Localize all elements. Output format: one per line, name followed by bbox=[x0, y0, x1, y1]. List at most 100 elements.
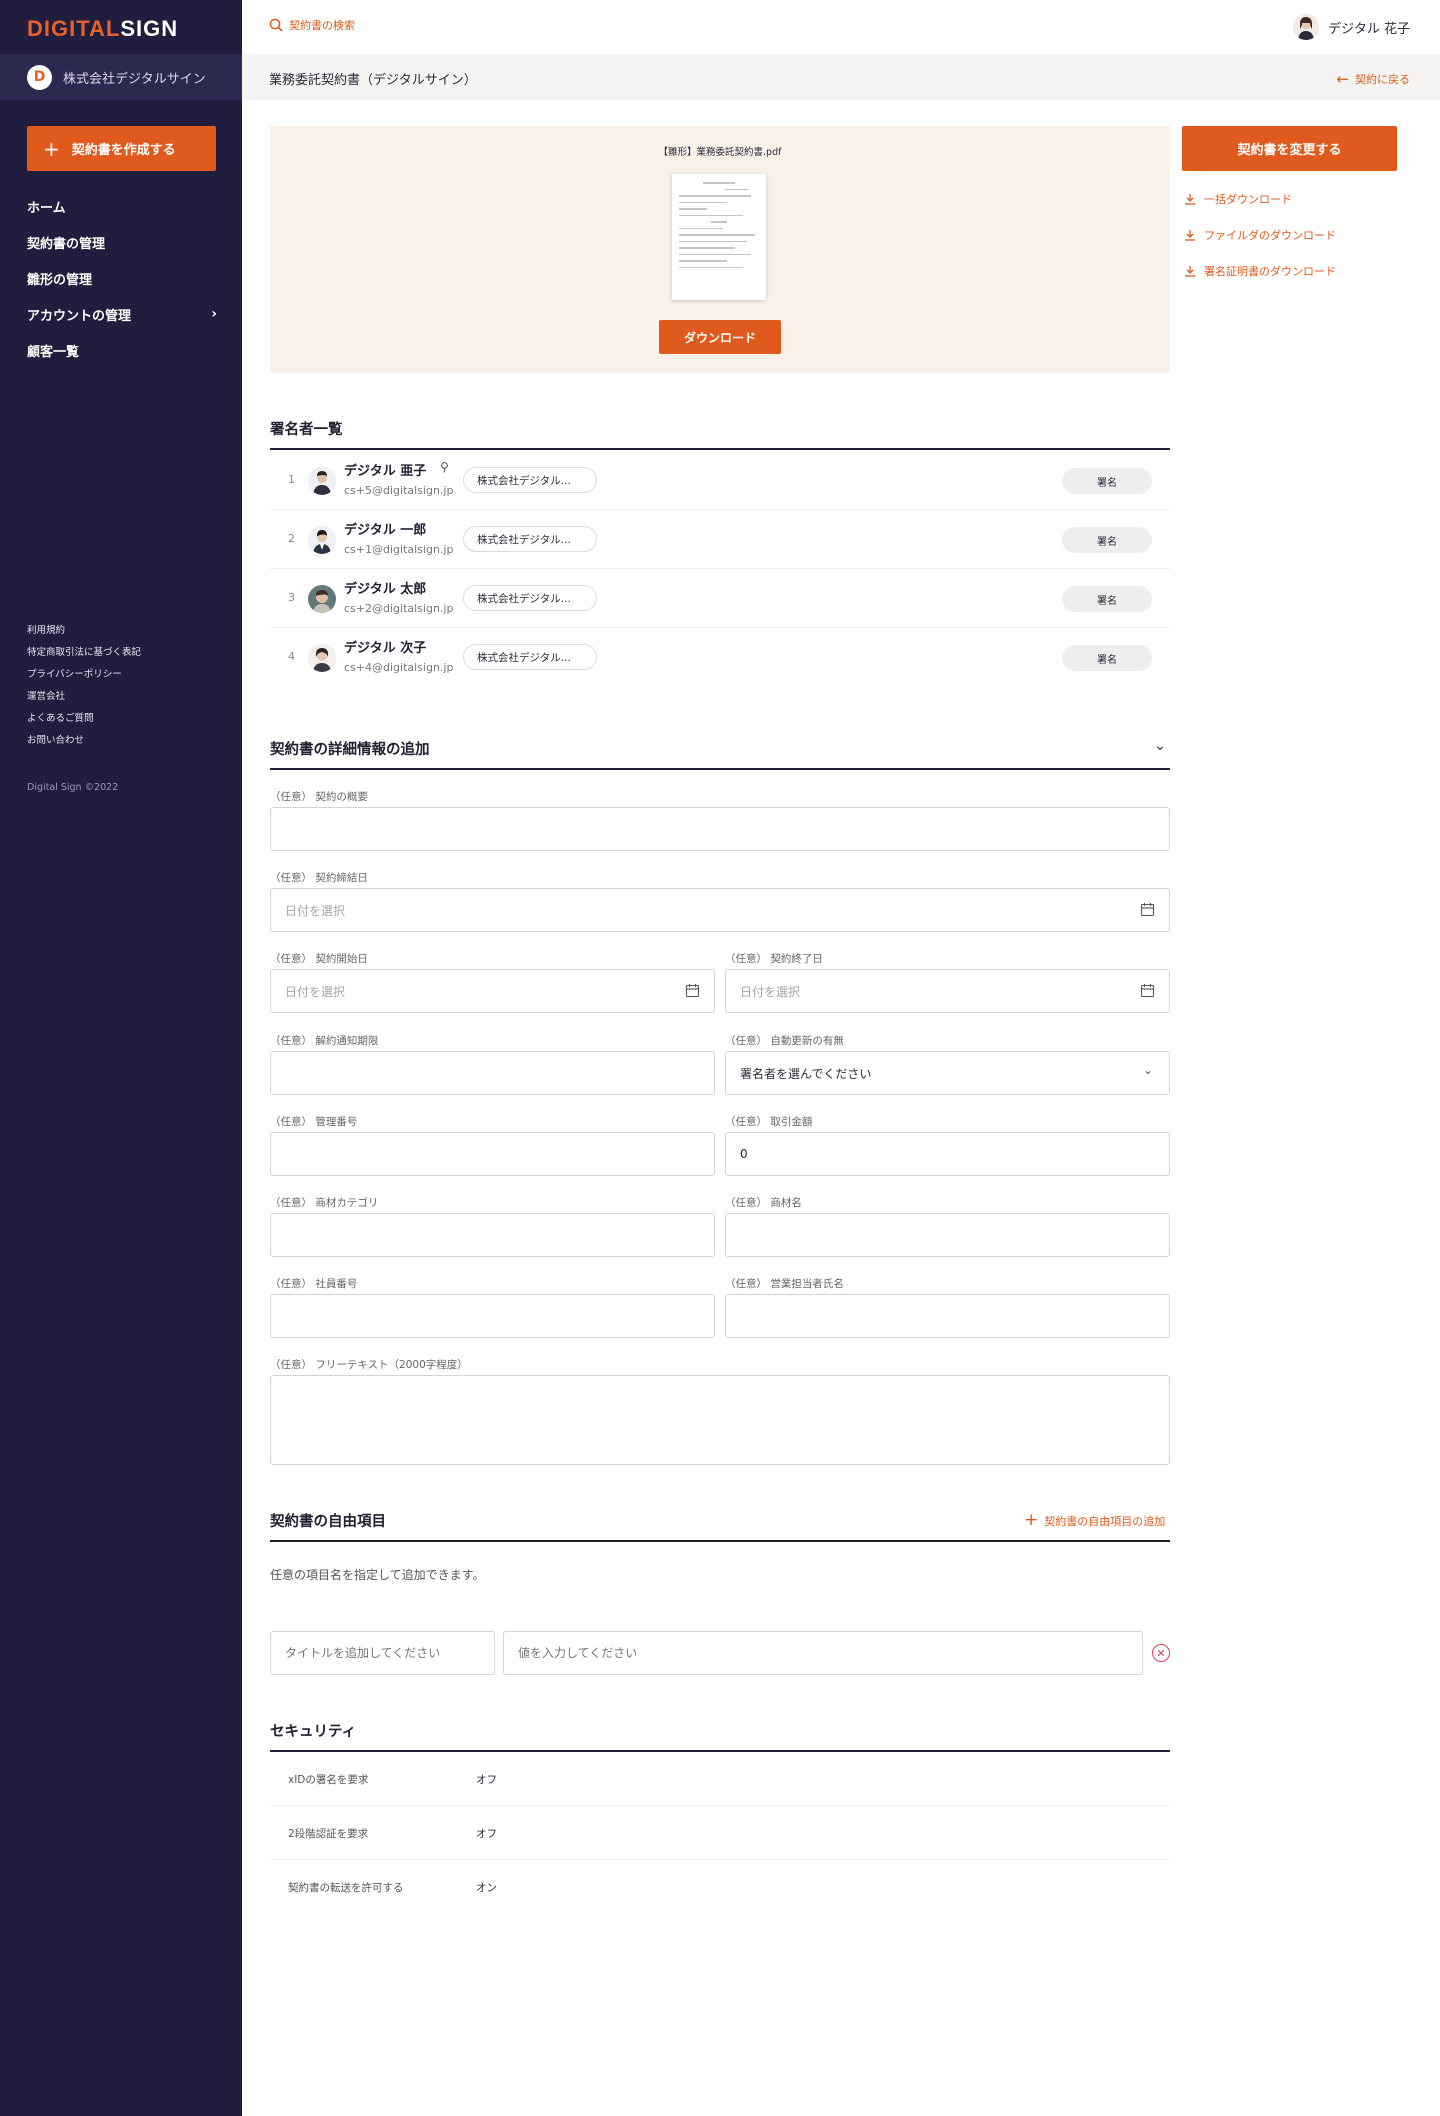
details-title: 契約書の詳細情報の追加 bbox=[270, 742, 430, 758]
company-switcher[interactable]: D 株式会社デジタルサイン bbox=[0, 54, 242, 100]
footer-link-faq[interactable]: よくあるご質問 bbox=[27, 708, 141, 730]
signer-row[interactable]: 3 デジタル 太郎 cs+2@digitalsign.jp 株式会社デジタル..… bbox=[270, 569, 1170, 628]
sales-rep-input[interactable] bbox=[725, 1294, 1170, 1338]
calendar-icon bbox=[685, 984, 700, 998]
footer-link-commerce-act[interactable]: 特定商取引法に基づく表記 bbox=[27, 642, 141, 664]
status-badge: 署名 bbox=[1062, 586, 1152, 612]
chevron-down-icon: ⌄ bbox=[1142, 1063, 1153, 1077]
free-text-label: （任意） フリーテキスト（2000字程度） bbox=[270, 1359, 468, 1371]
signer-number: 1 bbox=[288, 473, 295, 486]
signer-name: デジタル 一郎 bbox=[344, 523, 427, 538]
certificate-download-label: 署名証明書のダウンロード bbox=[1204, 265, 1336, 278]
add-free-item-label: 契約書の自由項目の追加 bbox=[1044, 1514, 1166, 1528]
footer-link-contact[interactable]: お問い合わせ bbox=[27, 730, 141, 752]
security-settings: xIDの署名を要求 オフ 2段階認証を要求 オフ 契約書の転送を許可する オン bbox=[270, 1752, 1170, 1914]
footer-link-terms[interactable]: 利用規約 bbox=[27, 620, 141, 642]
logo-text-sign: SIGN bbox=[120, 16, 179, 41]
search-link[interactable]: 契約書の検索 bbox=[269, 17, 355, 33]
certificate-download-link[interactable]: 署名証明書のダウンロード bbox=[1184, 263, 1336, 279]
sidebar-item-accounts[interactable]: アカウントの管理 › bbox=[27, 296, 217, 332]
add-free-item-link[interactable]: + 契約書の自由項目の追加 bbox=[1024, 1512, 1165, 1529]
status-badge: 署名 bbox=[1062, 527, 1152, 553]
document-title-bar: 業務委託契約書（デジタルサイン） ← 契約に戻る bbox=[242, 54, 1440, 100]
security-row: 2段階認証を要求 オフ bbox=[270, 1806, 1170, 1860]
employee-number-label: （任意） 社員番号 bbox=[270, 1278, 358, 1290]
free-text-area[interactable] bbox=[270, 1375, 1170, 1465]
signers-title: 署名者一覧 bbox=[270, 422, 343, 438]
amount-input[interactable] bbox=[725, 1132, 1170, 1176]
employee-number-input[interactable] bbox=[270, 1294, 715, 1338]
create-contract-button[interactable]: + 契約書を作成する bbox=[27, 126, 216, 171]
download-icon bbox=[1185, 194, 1195, 205]
download-icon bbox=[1185, 230, 1195, 241]
product-category-input[interactable] bbox=[270, 1213, 715, 1257]
remove-free-item-icon[interactable]: ✕ bbox=[1152, 1644, 1170, 1662]
document-thumbnail[interactable] bbox=[672, 174, 766, 300]
chevron-down-icon[interactable]: ⌄ bbox=[1154, 738, 1166, 754]
footer-link-privacy[interactable]: プライバシーポリシー bbox=[27, 664, 141, 686]
product-category-label: （任意） 商材カテゴリ bbox=[270, 1197, 379, 1209]
signer-list: 1 デジタル 亜子 ⚲ cs+5@digitalsign.jp 株式会社デジタル… bbox=[270, 451, 1170, 687]
signer-name: デジタル 次子 bbox=[344, 641, 427, 656]
company-badge: D bbox=[27, 64, 52, 90]
security-heading: セキュリティ bbox=[270, 1720, 1170, 1752]
signer-number: 2 bbox=[288, 532, 295, 545]
avatar bbox=[1293, 14, 1320, 40]
document-preview: 【雛形】業務委託契約書.pdf ダウンロード bbox=[270, 126, 1170, 373]
back-label: 契約に戻る bbox=[1355, 73, 1410, 86]
details-heading[interactable]: 契約書の詳細情報の追加 ⌄ bbox=[270, 738, 1170, 770]
signer-row[interactable]: 4 デジタル 次子 cs+4@digitalsign.jp 株式会社デジタル..… bbox=[270, 628, 1170, 687]
sidebar-item-home[interactable]: ホーム bbox=[27, 188, 217, 224]
company-name: 株式会社デジタルサイン bbox=[63, 71, 206, 87]
conclusion-date-picker[interactable]: 日付を選択 bbox=[270, 888, 1170, 932]
arrow-left-icon: ← bbox=[1336, 70, 1349, 88]
free-item-value-input[interactable] bbox=[503, 1631, 1143, 1675]
footer-links: 利用規約 特定商取引法に基づく表記 プライバシーポリシー 運営会社 よくあるご質… bbox=[27, 620, 141, 752]
signer-organization: 株式会社デジタル... bbox=[463, 526, 597, 552]
auto-renew-select[interactable]: 署名者を選んでください ⌄ bbox=[725, 1051, 1170, 1095]
back-to-contract-link[interactable]: ← 契約に戻る bbox=[1336, 70, 1410, 88]
sidebar-item-templates[interactable]: 雛形の管理 bbox=[27, 260, 217, 296]
free-item-title-input[interactable] bbox=[270, 1631, 495, 1675]
start-date-picker[interactable]: 日付を選択 bbox=[270, 969, 715, 1013]
footer-link-company[interactable]: 運営会社 bbox=[27, 686, 141, 708]
sidebar-item-customers[interactable]: 顧客一覧 bbox=[27, 332, 217, 368]
file-download-link[interactable]: ファイルダのダウンロード bbox=[1184, 227, 1336, 243]
sidebar-item-contracts[interactable]: 契約書の管理 bbox=[27, 224, 217, 260]
sidebar-item-label: アカウントの管理 bbox=[27, 308, 132, 324]
conclusion-date-placeholder: 日付を選択 bbox=[285, 903, 346, 918]
plus-icon: + bbox=[43, 136, 60, 161]
notice-deadline-input[interactable] bbox=[270, 1051, 715, 1095]
signer-row[interactable]: 2 デジタル 一郎 cs+1@digitalsign.jp 株式会社デジタル..… bbox=[270, 510, 1170, 569]
free-items-title: 契約書の自由項目 bbox=[270, 1514, 386, 1530]
file-download-label: ファイルダのダウンロード bbox=[1204, 229, 1336, 242]
logo[interactable]: DIGITALSIGN bbox=[27, 16, 178, 42]
download-button[interactable]: ダウンロード bbox=[659, 320, 781, 354]
security-row-label: 2段階認証を要求 bbox=[288, 1828, 369, 1840]
bulk-download-link[interactable]: 一括ダウンロード bbox=[1184, 191, 1292, 207]
security-row-value: オフ bbox=[476, 1774, 497, 1786]
signer-name: デジタル 太郎 bbox=[344, 582, 427, 597]
change-contract-button[interactable]: 契約書を変更する bbox=[1182, 126, 1397, 171]
end-date-picker[interactable]: 日付を選択 bbox=[725, 969, 1170, 1013]
signer-email: cs+5@digitalsign.jp bbox=[344, 484, 454, 497]
product-name-input[interactable] bbox=[725, 1213, 1170, 1257]
key-icon: ⚲ bbox=[440, 460, 449, 474]
sales-rep-label: （任意） 営業担当者氏名 bbox=[725, 1278, 844, 1290]
plus-icon: + bbox=[1024, 1510, 1039, 1530]
security-row-label: xIDの署名を要求 bbox=[288, 1774, 369, 1786]
calendar-icon bbox=[1140, 984, 1155, 998]
copyright: Digital Sign ©2022 bbox=[27, 782, 119, 793]
sidebar: DIGITALSIGN D 株式会社デジタルサイン + 契約書を作成する ホーム… bbox=[0, 0, 242, 2116]
summary-input[interactable] bbox=[270, 807, 1170, 851]
management-number-input[interactable] bbox=[270, 1132, 715, 1176]
status-badge: 署名 bbox=[1062, 468, 1152, 494]
security-title: セキュリティ bbox=[270, 1724, 357, 1740]
calendar-icon bbox=[1140, 903, 1155, 917]
search-label: 契約書の検索 bbox=[289, 19, 355, 32]
user-menu[interactable]: デジタル 花子 bbox=[1293, 14, 1410, 40]
end-date-label: （任意） 契約終了日 bbox=[725, 953, 823, 965]
signer-row[interactable]: 1 デジタル 亜子 ⚲ cs+5@digitalsign.jp 株式会社デジタル… bbox=[270, 451, 1170, 510]
logo-text-digital: DIGITAL bbox=[27, 16, 121, 41]
signer-organization: 株式会社デジタル... bbox=[463, 644, 597, 670]
